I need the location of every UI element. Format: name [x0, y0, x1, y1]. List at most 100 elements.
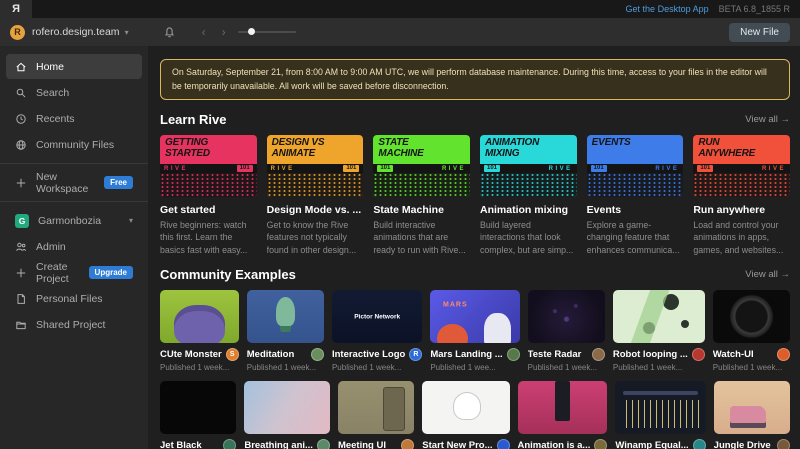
author-avatar[interactable]: [497, 439, 510, 449]
workspace-selector[interactable]: rofero.design.team: [32, 26, 120, 38]
sidebar-item-label: Admin: [36, 241, 66, 253]
poster-brand: RIVE: [549, 166, 573, 172]
community-thumbnail: Pictor Network: [332, 290, 422, 343]
community-card-meta: Published 1 week...: [528, 363, 605, 372]
zoom-slider[interactable]: [238, 25, 296, 39]
author-avatar[interactable]: [692, 348, 705, 361]
poster-pattern: [160, 173, 257, 197]
search-icon: [15, 87, 27, 99]
learn-poster: STATEMACHINE 101RIVE: [373, 135, 470, 197]
community-card-mars-landing[interactable]: MARS Mars Landing ... Published 1 wee...: [430, 290, 519, 372]
sidebar-item-label: Community Files: [36, 139, 114, 151]
community-card-meeting-ui[interactable]: Meeting UI Published 1 week...: [338, 381, 414, 449]
community-card-robot-looping[interactable]: Robot looping ... Published 1 week...: [613, 290, 705, 372]
community-card-meditation[interactable]: Meditation Published 1 week...: [247, 290, 324, 372]
community-view-all-link[interactable]: View all →: [745, 269, 790, 280]
author-avatar[interactable]: S: [226, 348, 239, 361]
community-card-start-new-project[interactable]: Start New Pro... Published 1 week...: [422, 381, 509, 449]
sidebar-item-home[interactable]: Home: [6, 54, 142, 79]
author-avatar[interactable]: [693, 439, 706, 449]
sidebar-item-shared-project[interactable]: Shared Project: [6, 312, 142, 337]
author-avatar[interactable]: [507, 348, 520, 361]
learn-rive-grid: GETTINGSTARTED RIVE101 Get started Rive …: [160, 135, 790, 255]
learn-card-getting-started[interactable]: GETTINGSTARTED RIVE101 Get started Rive …: [160, 135, 257, 255]
community-card-breathing-animation[interactable]: Breathing ani... Published 1 week...: [244, 381, 330, 449]
community-grid-row-2: Jet Black Published 1 week... Breathing …: [160, 381, 790, 449]
sidebar-item-admin[interactable]: Admin: [6, 234, 142, 259]
history-forward-button[interactable]: ›: [222, 26, 226, 38]
history-back-button[interactable]: ‹: [202, 26, 206, 38]
sidebar-item-recents[interactable]: Recents: [6, 106, 142, 131]
community-thumbnail: [422, 381, 509, 434]
poster-badge: 101: [237, 165, 253, 172]
get-desktop-app-link[interactable]: Get the Desktop App: [626, 4, 709, 14]
sidebar-item-personal-files[interactable]: Personal Files: [6, 286, 142, 311]
toolbar: R rofero.design.team ▾ ‹ › New File: [0, 18, 800, 46]
author-avatar[interactable]: [317, 439, 330, 449]
zoom-slider-thumb[interactable]: [248, 28, 255, 35]
community-card-title: Interactive Logo: [332, 349, 405, 360]
community-card-meta: Published 1 week...: [247, 363, 324, 372]
community-card-title: Jungle Drive: [714, 440, 773, 449]
learn-card-run-anywhere[interactable]: RUNANYWHERE 101RIVE Run anywhere Load an…: [693, 135, 790, 255]
sidebar-item-new-workspace[interactable]: New Workspace Free: [6, 170, 142, 195]
workspace-avatar[interactable]: R: [10, 25, 25, 40]
poster-pattern: [480, 173, 577, 197]
learn-card-description: Build layered interactions that look com…: [480, 219, 577, 255]
learn-card-design-vs-animate[interactable]: DESIGN VSANIMATE RIVE101 Design Mode vs.…: [267, 135, 364, 255]
version-label: BETA 6.8_1855 R: [719, 4, 790, 14]
home-icon: [15, 61, 27, 73]
sidebar-item-label: Recents: [36, 113, 75, 125]
poster-badge: 101: [484, 165, 500, 172]
sidebar-item-create-project[interactable]: Create Project Upgrade: [6, 260, 142, 285]
learn-card-animation-mixing[interactable]: ANIMATIONMIXING 101RIVE Animation mixing…: [480, 135, 577, 255]
author-avatar[interactable]: [401, 439, 414, 449]
new-file-button[interactable]: New File: [729, 23, 790, 42]
community-card-cute-monster[interactable]: CUte MonsterS Published 1 week...: [160, 290, 239, 372]
community-card-watch-ui[interactable]: Watch-UI Published 1 week...: [713, 290, 790, 372]
author-avatar[interactable]: [223, 439, 236, 449]
community-card-jungle-drive[interactable]: Jungle Drive Published 2 wee...: [714, 381, 790, 449]
community-card-meta: Published 1 week...: [332, 363, 422, 372]
sidebar-item-search[interactable]: Search: [6, 80, 142, 105]
poster-pattern: [267, 173, 364, 197]
learn-card-events[interactable]: EVENTS 101RIVE Events Explore a game-cha…: [587, 135, 684, 255]
notifications-bell-icon[interactable]: [163, 26, 176, 39]
titlebar: R Get the Desktop App BETA 6.8_1855 R: [0, 0, 800, 18]
author-avatar[interactable]: [777, 348, 790, 361]
sidebar-team-selector[interactable]: G Garmonbozia ▾: [6, 208, 142, 233]
community-card-title: Teste Radar: [528, 349, 588, 360]
poster-badge: 101: [343, 165, 359, 172]
community-card-animation-is-a[interactable]: Animation is a... Published 2 wee...: [518, 381, 608, 449]
community-card-winamp-equalizer[interactable]: Winamp Equal... Published 2 wee...: [615, 381, 705, 449]
community-card-interactive-logo[interactable]: Pictor Network Interactive Logo R Publish…: [332, 290, 422, 372]
team-name: Garmonbozia: [38, 215, 101, 227]
poster-brand: RIVE: [442, 166, 466, 172]
community-thumbnail: [615, 381, 705, 434]
learn-view-all-link[interactable]: View all →: [745, 114, 790, 125]
sidebar-item-community-files[interactable]: Community Files: [6, 132, 142, 157]
author-avatar[interactable]: [594, 439, 607, 449]
community-card-title: Robot looping ...: [613, 349, 688, 360]
learn-card-state-machine[interactable]: STATEMACHINE 101RIVE State Machine Build…: [373, 135, 470, 255]
free-badge: Free: [104, 176, 133, 189]
community-card-meta: Published 1 week...: [160, 363, 239, 372]
community-card-jet-black[interactable]: Jet Black Published 1 week...: [160, 381, 236, 449]
learn-poster: RUNANYWHERE 101RIVE: [693, 135, 790, 197]
community-card-title: Animation is a...: [518, 440, 591, 449]
rive-logo-tab[interactable]: R: [0, 0, 32, 18]
learn-card-title: Animation mixing: [480, 204, 577, 216]
community-card-meta: Published 1 week...: [713, 363, 790, 372]
author-avatar[interactable]: R: [409, 348, 422, 361]
author-avatar[interactable]: [777, 439, 790, 449]
community-thumbnail: [244, 381, 330, 434]
community-thumbnail: [714, 381, 790, 434]
author-avatar[interactable]: [311, 348, 324, 361]
author-avatar[interactable]: [592, 348, 605, 361]
community-thumbnail: [160, 290, 239, 343]
globe-icon: [15, 139, 27, 151]
poster-badge: 101: [697, 165, 713, 172]
community-thumbnail: [518, 381, 608, 434]
community-card-meta: Published 1 week...: [613, 363, 705, 372]
community-card-teste-radar[interactable]: Teste Radar Published 1 week...: [528, 290, 605, 372]
